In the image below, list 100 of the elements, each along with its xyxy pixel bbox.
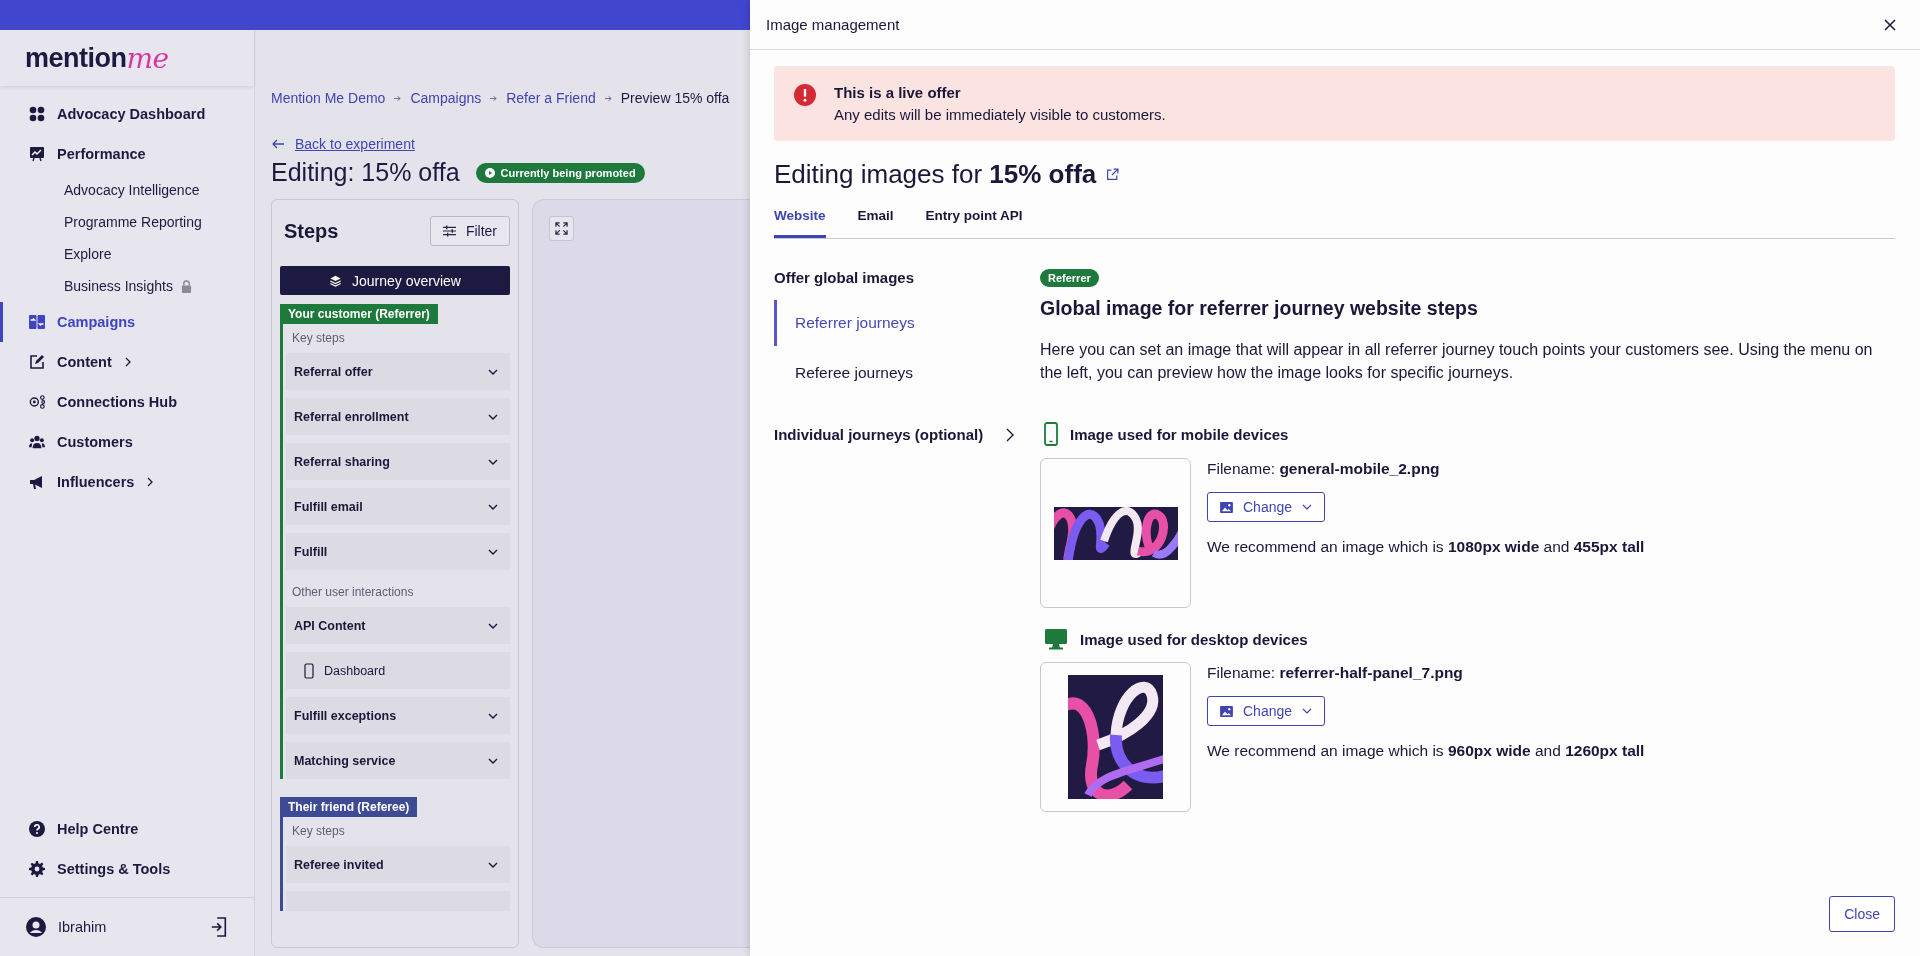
close-button[interactable]: Close xyxy=(1829,896,1895,932)
megaphone-icon xyxy=(29,474,45,490)
alert-title: This is a live offer xyxy=(834,84,962,101)
user-name: Ibrahim xyxy=(58,919,107,935)
recommendation: We recommend an image which is 960px wide and 1260px tall xyxy=(1207,742,1645,760)
breadcrumb[interactable]: Refer a Friend xyxy=(506,90,596,106)
breadcrumb[interactable]: Mention Me Demo xyxy=(271,90,386,106)
chevron-down-icon xyxy=(488,861,498,868)
nav-subitem[interactable]: Explore xyxy=(0,238,254,270)
nav-subitem[interactable]: Programme Reporting xyxy=(0,206,254,238)
step-accordion[interactable]: Referral enrollment xyxy=(286,398,510,435)
arrow-right-icon xyxy=(603,94,613,102)
user-avatar-icon xyxy=(26,917,46,937)
nav-item[interactable]: Influencers xyxy=(0,462,254,502)
external-link-icon[interactable] xyxy=(1106,168,1120,181)
nav-link[interactable]: Referee journeys xyxy=(774,350,1018,396)
chevron-down-icon xyxy=(1302,504,1313,510)
nav-item[interactable]: Content xyxy=(0,342,254,382)
edit-icon xyxy=(29,354,45,370)
section-heading: Key steps xyxy=(291,330,346,345)
chart-board-icon xyxy=(29,146,45,162)
section-heading: Other user interactions xyxy=(291,584,415,599)
step-accordion[interactable]: Fulfill exceptions xyxy=(286,697,510,734)
tab[interactable]: Website xyxy=(774,204,826,238)
nav-item[interactable]: Performance xyxy=(0,134,254,174)
sheet-title: Image management xyxy=(766,16,900,33)
step-accordion[interactable]: API Content xyxy=(286,607,510,644)
phone-icon xyxy=(1044,422,1058,446)
expand-button[interactable] xyxy=(549,216,574,241)
chevron-down-icon xyxy=(488,368,498,375)
logout-icon[interactable] xyxy=(210,917,228,937)
step-accordion[interactable]: Referral sharing xyxy=(286,443,510,480)
error-icon xyxy=(794,84,816,106)
settings-icon xyxy=(29,861,45,877)
image-icon xyxy=(1220,501,1233,513)
panel-title: Steps xyxy=(284,219,339,243)
monitor-icon xyxy=(1044,628,1068,650)
filename: Filename: general-mobile_2.png xyxy=(1207,460,1440,478)
step-item[interactable]: Dashboard xyxy=(286,652,510,689)
journey-label: Your customer (Referrer) xyxy=(280,304,438,324)
layers-icon xyxy=(329,274,343,287)
step-accordion[interactable]: Matching service xyxy=(286,742,510,779)
grid-icon xyxy=(29,106,45,122)
tab[interactable]: Entry point API xyxy=(925,204,1023,238)
tab[interactable]: Email xyxy=(857,204,894,238)
arrow-right-icon xyxy=(393,94,403,102)
nav-item[interactable]: Connections Hub xyxy=(0,382,254,422)
page-title: Editing: 15% offa xyxy=(271,158,460,187)
nav-subitem[interactable]: Advocacy Intelligence xyxy=(0,174,254,206)
people-icon xyxy=(29,434,45,450)
sliders-icon xyxy=(442,225,456,237)
chevron-down-icon xyxy=(1302,708,1313,714)
back-link[interactable]: Back to experiment xyxy=(295,136,415,152)
close-icon[interactable] xyxy=(1884,18,1896,31)
chevron-down-icon xyxy=(488,458,498,465)
section-title: Global image for referrer journey website steps xyxy=(1040,297,1478,320)
change-button[interactable]: Change xyxy=(1207,492,1326,522)
recommendation: We recommend an image which is 1080px wide and 455px tall xyxy=(1207,538,1645,556)
step-accordion[interactable]: Referral offer xyxy=(286,353,510,390)
nav-item[interactable]: Help Centre xyxy=(0,809,254,849)
expand-icon xyxy=(555,222,568,235)
chevron-down-icon xyxy=(488,757,498,764)
arrow-left-icon xyxy=(271,139,285,149)
step-accordion[interactable]: Fulfill email xyxy=(286,488,510,525)
journey-overview-button[interactable]: Journey overview xyxy=(280,266,510,295)
description: Here you can set an image that will appear in all referrer journey touch points your customers see. Using the menu on the left, you can preview how the image looks for specific journeys. xyxy=(1040,340,1874,383)
chevron-right-icon xyxy=(123,357,132,367)
alert-message: Any edits will be immediately visible to customers. xyxy=(834,106,1166,123)
phone-icon xyxy=(304,662,314,679)
arrow-right-icon xyxy=(489,94,499,102)
nav-link[interactable]: Referrer journeys xyxy=(774,300,1018,346)
chevron-down-icon xyxy=(488,503,498,510)
status-badge: Currently being promoted xyxy=(475,162,645,183)
step-accordion[interactable]: Referee invited xyxy=(286,846,510,883)
image-section-title: Image used for mobile devices xyxy=(1070,425,1289,443)
breadcrumb: Preview 15% offa xyxy=(620,90,730,106)
change-button[interactable]: Change xyxy=(1207,696,1326,726)
nav-heading: Offer global images xyxy=(774,269,916,286)
section-heading: Key steps xyxy=(291,823,346,838)
image-icon xyxy=(1220,705,1233,717)
nav-item[interactable]: Customers xyxy=(0,422,254,462)
chevron-right-icon xyxy=(1006,427,1014,442)
logo[interactable]: mentionme xyxy=(0,30,254,86)
hub-icon xyxy=(29,394,45,410)
sheet-heading: Editing images for 15% offa xyxy=(774,159,1097,190)
chevron-down-icon xyxy=(488,413,498,420)
nav-item[interactable]: Campaigns xyxy=(0,302,254,342)
help-icon xyxy=(29,821,45,837)
filter-button[interactable]: Filter xyxy=(429,216,510,246)
nav-item[interactable]: Settings & Tools xyxy=(0,849,254,889)
chevron-down-icon xyxy=(488,548,498,555)
nav-subitem[interactable]: Business Insights xyxy=(0,270,254,302)
expandable-nav-link[interactable]: Individual journeys (optional) xyxy=(774,426,1018,443)
step-accordion[interactable]: Fulfill xyxy=(286,533,510,570)
chevron-down-icon xyxy=(488,712,498,719)
nav-item[interactable]: Advocacy Dashboard xyxy=(0,94,254,134)
image-section-title: Image used for desktop devices xyxy=(1080,630,1308,648)
filename: Filename: referrer-half-panel_7.png xyxy=(1207,664,1463,682)
referrer-badge: Referrer xyxy=(1040,269,1099,287)
breadcrumb[interactable]: Campaigns xyxy=(410,90,482,106)
